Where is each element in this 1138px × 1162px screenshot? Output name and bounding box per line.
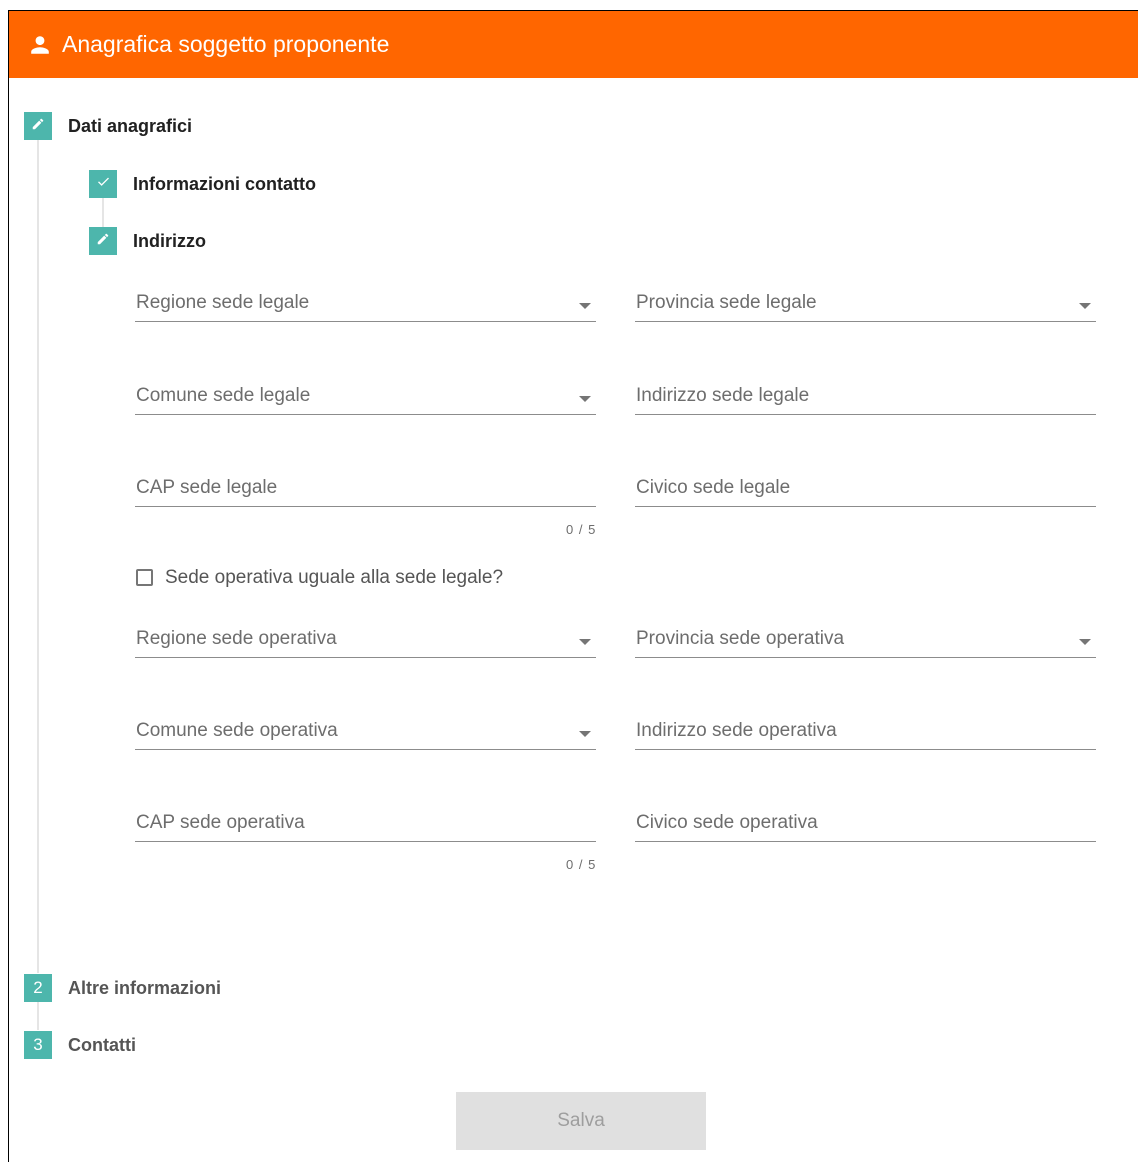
field-placeholder: Indirizzo sede legale (636, 385, 810, 406)
substep-indirizzo-badge[interactable] (89, 227, 117, 255)
provincia-sede-legale-select[interactable]: Provincia sede legale (635, 282, 1096, 322)
substep-informazioni-contatto-label[interactable]: Informazioni contatto (133, 174, 316, 195)
field-placeholder: CAP sede operativa (136, 812, 305, 833)
dropdown-arrow-icon (579, 731, 591, 737)
regione-sede-operativa-select[interactable]: Regione sede operativa (135, 618, 596, 658)
dropdown-arrow-icon (579, 303, 591, 309)
step-altre-informazioni-label[interactable]: Altre informazioni (68, 978, 221, 999)
dropdown-arrow-icon (579, 639, 591, 645)
cap-sede-operativa-counter: 0 / 5 (566, 857, 597, 872)
step-contatti-badge[interactable]: 3 (24, 1031, 52, 1059)
check-icon (96, 174, 111, 194)
stepper-connector (37, 140, 39, 973)
dropdown-arrow-icon (1079, 639, 1091, 645)
step-contatti-label[interactable]: Contatti (68, 1035, 136, 1056)
civico-sede-operativa-input[interactable]: Civico sede operativa (635, 802, 1096, 842)
pencil-icon (96, 231, 110, 251)
substep-informazioni-contatto-badge[interactable] (89, 170, 117, 198)
provincia-sede-operativa-select[interactable]: Provincia sede operativa (635, 618, 1096, 658)
regione-sede-legale-select[interactable]: Regione sede legale (135, 282, 596, 322)
person-icon (29, 34, 51, 56)
field-placeholder: CAP sede legale (136, 477, 278, 498)
indirizzo-sede-legale-input[interactable]: Indirizzo sede legale (635, 375, 1096, 415)
cap-sede-operativa-input[interactable]: CAP sede operativa (135, 802, 596, 842)
step-dati-anagrafici-label[interactable]: Dati anagrafici (68, 116, 192, 137)
same-address-checkbox[interactable] (136, 569, 153, 586)
page-title: Anagrafica soggetto proponente (62, 31, 390, 57)
indirizzo-sede-operativa-input[interactable]: Indirizzo sede operativa (635, 710, 1096, 750)
step-altre-informazioni-badge[interactable]: 2 (24, 974, 52, 1002)
substep-connector (102, 198, 104, 227)
cap-sede-legale-counter: 0 / 5 (566, 522, 597, 537)
step-number: 3 (33, 1035, 43, 1054)
substep-indirizzo-label[interactable]: Indirizzo (133, 231, 206, 252)
field-placeholder: Comune sede legale (136, 385, 311, 406)
stepper-connector (37, 1001, 39, 1030)
cap-sede-legale-input[interactable]: CAP sede legale (135, 467, 596, 507)
dropdown-arrow-icon (579, 396, 591, 402)
field-placeholder: Regione sede operativa (136, 628, 337, 649)
step-dati-anagrafici-badge[interactable] (24, 112, 52, 140)
save-button[interactable]: Salva (456, 1092, 706, 1150)
same-address-checkbox-label[interactable]: Sede operativa uguale alla sede legale? (165, 567, 503, 589)
dropdown-arrow-icon (1079, 303, 1091, 309)
comune-sede-operativa-select[interactable]: Comune sede operativa (135, 710, 596, 750)
field-placeholder: Provincia sede legale (636, 292, 817, 313)
comune-sede-legale-select[interactable]: Comune sede legale (135, 375, 596, 415)
field-placeholder: Provincia sede operativa (636, 628, 845, 649)
civico-sede-legale-input[interactable]: Civico sede legale (635, 467, 1096, 507)
pencil-icon (31, 116, 45, 136)
field-placeholder: Indirizzo sede operativa (636, 720, 837, 741)
step-number: 2 (33, 978, 43, 997)
field-placeholder: Regione sede legale (136, 292, 310, 313)
field-placeholder: Civico sede legale (636, 477, 791, 498)
field-placeholder: Comune sede operativa (136, 720, 338, 741)
card-header: Anagrafica soggetto proponente (9, 11, 1138, 78)
field-placeholder: Civico sede operativa (636, 812, 818, 833)
